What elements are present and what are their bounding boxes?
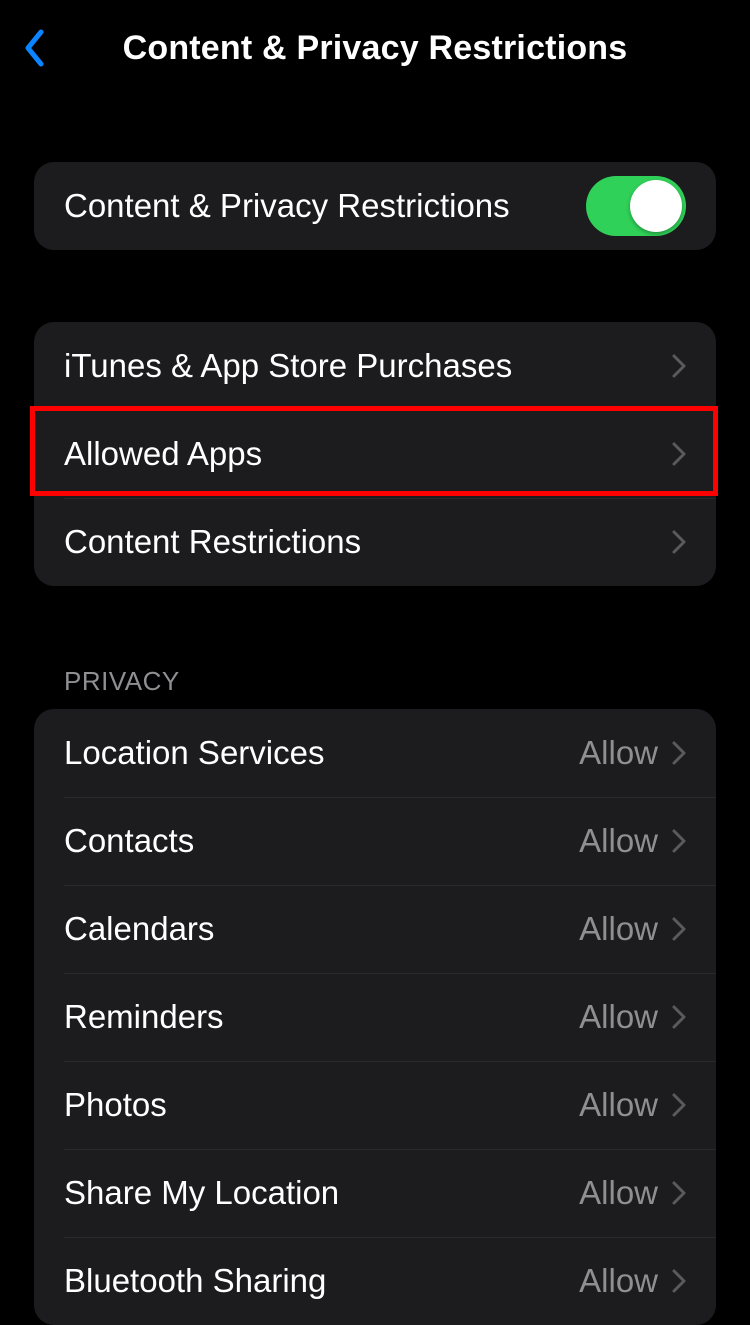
- row-label: Calendars: [64, 910, 579, 948]
- nav-content-restrictions[interactable]: Content Restrictions: [34, 498, 716, 586]
- privacy-section-header: PRIVACY: [64, 666, 716, 697]
- row-label: Bluetooth Sharing: [64, 1262, 579, 1300]
- nav-label: Allowed Apps: [64, 435, 672, 473]
- chevron-right-icon: [672, 442, 686, 466]
- row-value: Allow: [579, 998, 658, 1036]
- privacy-location-services[interactable]: Location Services Allow: [34, 709, 716, 797]
- privacy-calendars[interactable]: Calendars Allow: [34, 885, 716, 973]
- chevron-left-icon: [23, 29, 45, 67]
- row-label: Reminders: [64, 998, 579, 1036]
- row-label: Photos: [64, 1086, 579, 1124]
- row-value: Allow: [579, 1262, 658, 1300]
- privacy-contacts[interactable]: Contacts Allow: [34, 797, 716, 885]
- chevron-right-icon: [672, 1269, 686, 1293]
- row-label: Location Services: [64, 734, 579, 772]
- row-value: Allow: [579, 734, 658, 772]
- chevron-right-icon: [672, 741, 686, 765]
- nav-label: Content Restrictions: [64, 523, 672, 561]
- chevron-right-icon: [672, 354, 686, 378]
- back-button[interactable]: [14, 28, 54, 68]
- chevron-right-icon: [672, 1093, 686, 1117]
- row-value: Allow: [579, 1174, 658, 1212]
- row-label: Share My Location: [64, 1174, 579, 1212]
- privacy-share-my-location[interactable]: Share My Location Allow: [34, 1149, 716, 1237]
- nav-label: iTunes & App Store Purchases: [64, 347, 672, 385]
- header-bar: Content & Privacy Restrictions: [0, 0, 750, 96]
- nav-group: iTunes & App Store Purchases Allowed App…: [34, 322, 716, 586]
- chevron-right-icon: [672, 1005, 686, 1029]
- chevron-right-icon: [672, 829, 686, 853]
- chevron-right-icon: [672, 1181, 686, 1205]
- page-title: Content & Privacy Restrictions: [123, 29, 628, 68]
- row-label: Contacts: [64, 822, 579, 860]
- content-privacy-toggle-row[interactable]: Content & Privacy Restrictions: [34, 162, 716, 250]
- toggle-knob: [630, 180, 682, 232]
- row-value: Allow: [579, 822, 658, 860]
- row-value: Allow: [579, 910, 658, 948]
- nav-allowed-apps[interactable]: Allowed Apps: [34, 410, 716, 498]
- privacy-group: Location Services Allow Contacts Allow C…: [34, 709, 716, 1325]
- chevron-right-icon: [672, 917, 686, 941]
- nav-itunes-purchases[interactable]: iTunes & App Store Purchases: [34, 322, 716, 410]
- toggle-label: Content & Privacy Restrictions: [64, 187, 586, 225]
- privacy-reminders[interactable]: Reminders Allow: [34, 973, 716, 1061]
- privacy-bluetooth-sharing[interactable]: Bluetooth Sharing Allow: [34, 1237, 716, 1325]
- privacy-photos[interactable]: Photos Allow: [34, 1061, 716, 1149]
- chevron-right-icon: [672, 530, 686, 554]
- row-value: Allow: [579, 1086, 658, 1124]
- toggle-switch[interactable]: [586, 176, 686, 236]
- toggle-group: Content & Privacy Restrictions: [34, 162, 716, 250]
